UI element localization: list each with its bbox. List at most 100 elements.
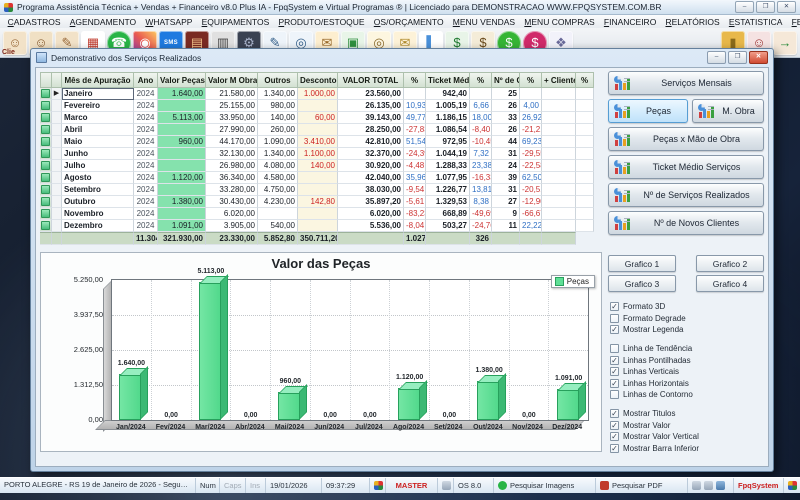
menu-relatorios[interactable]: RELATÓRIOS: [661, 17, 724, 27]
table-row[interactable]: Julho202426.980,004.080,00140,0030.920,0…: [40, 160, 594, 172]
table-row[interactable]: Agosto20241.120,0036.340,004.580,0042.04…: [40, 172, 594, 184]
exit-icon[interactable]: →: [773, 31, 797, 55]
chart-select-button-n-de-novos-clientes[interactable]: Nº de Novos Clientes: [608, 211, 764, 235]
checkbox-linhas-de-contorno[interactable]: Linhas de Contorno: [610, 390, 766, 399]
column-header[interactable]: %: [470, 72, 492, 88]
checkbox-box[interactable]: ✓: [610, 367, 619, 376]
child-minimize-button[interactable]: –: [707, 51, 726, 64]
checkbox-box[interactable]: [610, 314, 619, 323]
chart-select-button-pecas[interactable]: Peças: [608, 99, 688, 123]
restore-button[interactable]: ❐: [756, 1, 775, 13]
column-header[interactable]: Mês de Apuração: [62, 72, 134, 88]
table-row[interactable]: Setembro202433.280,004.750,0038.030,00-9…: [40, 184, 594, 196]
chart-select-button-pecas-x-mao-de-obra[interactable]: Peças x Mão de Obra: [608, 127, 764, 151]
table-row[interactable]: Maio2024960,0044.170,001.090,003.410,004…: [40, 136, 594, 148]
checkbox-box[interactable]: [610, 390, 619, 399]
child-title-bar[interactable]: Demonstrativo dos Serviços Realizados – …: [31, 49, 773, 66]
search-pdf-button[interactable]: Pesquisar PDF: [596, 478, 688, 493]
checkbox-box[interactable]: ✓: [610, 379, 619, 388]
monitor-icon[interactable]: [716, 481, 725, 490]
column-header[interactable]: Outros: [258, 72, 298, 88]
checkbox-box[interactable]: ✓: [610, 356, 619, 365]
column-header[interactable]: %: [520, 72, 542, 88]
checkbox-linhas-pontilhadas[interactable]: ✓Linhas Pontilhadas: [610, 356, 766, 365]
checkbox-box[interactable]: ✓: [610, 444, 619, 453]
column-header[interactable]: VALOR TOTAL: [338, 72, 404, 88]
checkbox-formato-3d[interactable]: ✓Formato 3D: [610, 302, 766, 311]
bar-mar-2024[interactable]: [199, 282, 221, 420]
menu-menu-compras[interactable]: MENU COMPRAS: [520, 17, 600, 27]
menu-ferramentas[interactable]: FERRAMENTAS: [787, 17, 800, 27]
checkbox-box[interactable]: [610, 344, 619, 353]
table-row[interactable]: Novembro20246.020,006.020,00-83,23668,89…: [40, 208, 594, 220]
search-images-button[interactable]: Pesquisar Imagens: [494, 478, 596, 493]
printer-icon[interactable]: [704, 481, 713, 490]
table-row[interactable]: Dezembro20241.091,003.905,00540,005.536,…: [40, 220, 594, 232]
bar-out-2024[interactable]: [477, 381, 499, 420]
checkbox-mostrar-barra-inferior[interactable]: ✓Mostrar Barra Inferior: [610, 444, 766, 453]
button-grafico-3[interactable]: Grafico 3: [608, 275, 676, 292]
checkbox-box[interactable]: ✓: [610, 325, 619, 334]
checkbox-mostrar-legenda[interactable]: ✓Mostrar Legenda: [610, 325, 766, 334]
menu-agendamento[interactable]: AGENDAMENTO: [65, 17, 141, 27]
menu-estatistica[interactable]: ESTATISTICA: [724, 17, 787, 27]
row-selection-marker: [52, 148, 62, 160]
checkbox-box[interactable]: ✓: [610, 409, 619, 418]
chart-select-button-m-obra[interactable]: M. Obra: [692, 99, 764, 123]
cell: 44.170,00: [206, 136, 258, 148]
table-row[interactable]: Fevereiro202425.155,00980,0026.135,0010,…: [40, 100, 594, 112]
chart-select-button-n-de-servicos-realizados[interactable]: Nº de Serviços Realizados: [608, 183, 764, 207]
menu-cadastros[interactable]: CADASTROS: [3, 17, 65, 27]
chart-select-button-servicos-mensais[interactable]: Serviços Mensais: [608, 71, 764, 95]
column-header[interactable]: Ticket Médio: [426, 72, 470, 88]
menu-produto-estoque[interactable]: PRODUTO/ESTOQUE: [274, 17, 369, 27]
column-header[interactable]: Valor M Obra: [206, 72, 258, 88]
column-header[interactable]: [40, 72, 52, 88]
table-row[interactable]: Outubro20241.380,0030.430,004.230,00142,…: [40, 196, 594, 208]
minimize-button[interactable]: –: [735, 1, 754, 13]
table-row[interactable]: ▶Janeiro20241.640,0021.580,001.340,001.0…: [40, 88, 594, 100]
column-header[interactable]: + Clientes: [542, 72, 576, 88]
child-restore-button[interactable]: ❐: [728, 51, 747, 64]
menu-equipamentos[interactable]: EQUIPAMENTOS: [197, 17, 274, 27]
menu-financeiro[interactable]: FINANCEIRO: [599, 17, 661, 27]
checkbox-formato-degrade[interactable]: Formato Degrade: [610, 314, 766, 323]
cell: [542, 208, 576, 220]
table-row[interactable]: Marco20245.113,0033.950,00140,0060,0039.…: [40, 112, 594, 124]
services-table[interactable]: Mês de ApuraçãoAnoValor PeçasValor M Obr…: [40, 72, 594, 245]
x-tick-label: Abr/2024: [230, 424, 270, 431]
checkbox-box[interactable]: ✓: [610, 421, 619, 430]
column-header[interactable]: Ano: [134, 72, 158, 88]
menu-whatsapp[interactable]: WHATSAPP: [141, 17, 197, 27]
checkbox-box[interactable]: ✓: [610, 432, 619, 441]
column-header[interactable]: [52, 72, 62, 88]
checkbox-linhas-horizontais[interactable]: ✓Linhas Horizontais: [610, 379, 766, 388]
child-close-button[interactable]: ✕: [749, 51, 768, 64]
table-row[interactable]: Abril202427.990,00260,0028.250,00-27,831…: [40, 124, 594, 136]
button-grafico-2[interactable]: Grafico 2: [696, 255, 764, 272]
checkbox-mostrar-valor[interactable]: ✓Mostrar Valor: [610, 421, 766, 430]
menu-menu-vendas[interactable]: MENU VENDAS: [448, 17, 520, 27]
menu-os-orcamento[interactable]: OS/ORÇAMENTO: [369, 17, 448, 27]
checkbox-mostrar-valor-vertical[interactable]: ✓Mostrar Valor Vertical: [610, 432, 766, 441]
checkbox-box[interactable]: ✓: [610, 302, 619, 311]
bar-dez-2024[interactable]: [557, 389, 579, 420]
button-grafico-4[interactable]: Grafico 4: [696, 275, 764, 292]
column-header[interactable]: %: [576, 72, 594, 88]
column-header[interactable]: Nº de OS: [492, 72, 520, 88]
close-button[interactable]: ✕: [777, 1, 796, 13]
column-header[interactable]: %: [404, 72, 426, 88]
table-row[interactable]: Junho202432.130,001.340,001.100,0032.370…: [40, 148, 594, 160]
column-header[interactable]: Valor Peças: [158, 72, 206, 88]
bar-mai-2024[interactable]: [278, 392, 300, 420]
column-header[interactable]: Desconto: [298, 72, 338, 88]
checkbox-mostrar-titulos[interactable]: ✓Mostrar Titulos: [610, 409, 766, 418]
button-grafico-1[interactable]: Grafico 1: [608, 255, 676, 272]
chart-select-button-ticket-medio-servicos[interactable]: Ticket Médio Serviços: [608, 155, 764, 179]
bar-jan-2024[interactable]: [119, 374, 141, 420]
browser-icon[interactable]: [692, 481, 701, 490]
checkbox-linhas-verticais[interactable]: ✓Linhas Verticais: [610, 367, 766, 376]
child-window-icon: [36, 52, 47, 63]
checkbox-linha-de-tendencia[interactable]: Linha de Tendência: [610, 344, 766, 353]
bar-ago-2024[interactable]: [398, 388, 420, 420]
